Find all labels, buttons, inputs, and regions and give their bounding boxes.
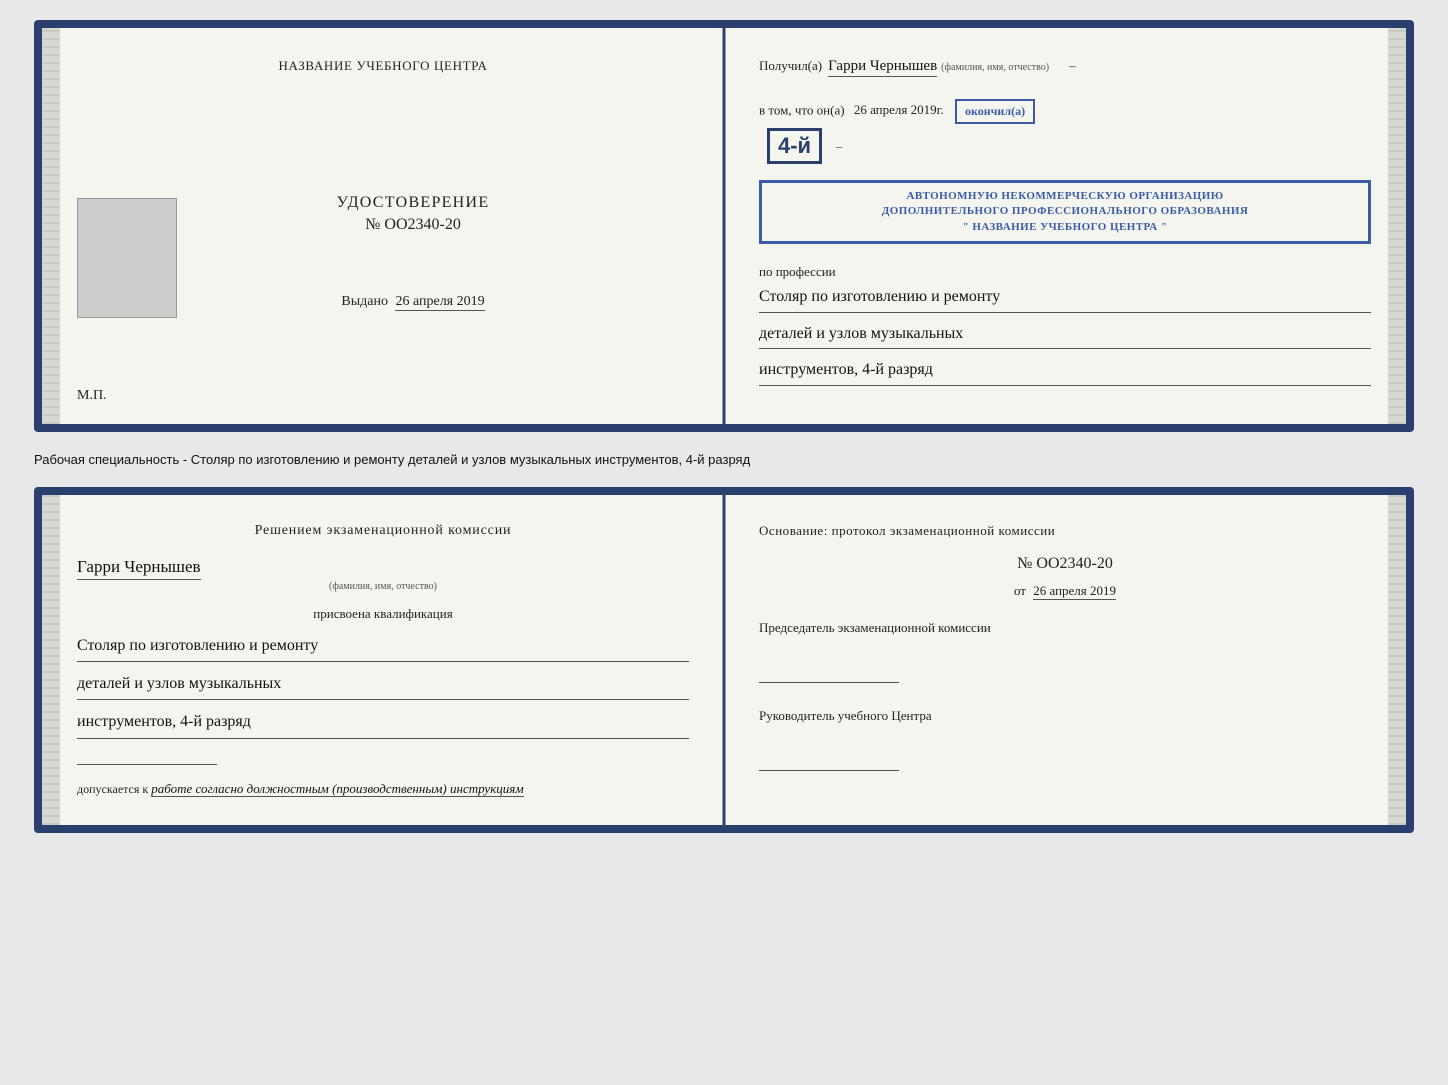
stamp-line2: ДОПОЛНИТЕЛЬНОГО ПРОФЕССИОНАЛЬНОГО ОБРАЗО… xyxy=(772,204,1358,219)
bottom-name-sub: (фамилия, имя, отчество) xyxy=(77,581,689,592)
top-doc-right: Получил(а) Гарри Чернышев (фамилия, имя,… xyxy=(724,28,1406,424)
top-document: НАЗВАНИЕ УЧЕБНОГО ЦЕНТРА УДОСТОВЕРЕНИЕ №… xyxy=(34,20,1414,432)
bottom-number: № OO2340-20 xyxy=(759,555,1371,573)
vydano-date: 26 апреля 2019 xyxy=(395,294,484,311)
bottom-title: Решением экзаменационной комиссии xyxy=(77,523,689,539)
head-block: Руководитель учебного Центра xyxy=(759,707,1371,771)
bottom-document: Решением экзаменационной комиссии Гарри … xyxy=(34,487,1414,833)
dopuskaetsya-label: допускается к xyxy=(77,782,148,796)
vtom-label: в том, что он(а) xyxy=(759,102,845,117)
po-professii-label: по профессии xyxy=(759,264,1371,280)
year-badge-row: 4-й – xyxy=(759,128,1371,164)
head-signature-line xyxy=(759,753,899,771)
profession-line3: инструментов, 4-й разряд xyxy=(759,357,1371,386)
bottom-date-val: 26 апреля 2019 xyxy=(1033,583,1116,600)
caption-line: Рабочая специальность - Столяр по изгото… xyxy=(34,448,1414,471)
dopuskaetsya-value: работе согласно должностным (производств… xyxy=(151,781,523,797)
poluchil-label: Получил(а) xyxy=(759,58,822,74)
stamp-box: АВТОНОМНУЮ НЕКОММЕРЧЕСКУЮ ОРГАНИЗАЦИЮ ДО… xyxy=(759,180,1371,244)
mp-label: М.П. xyxy=(77,388,107,404)
udostoverenie-title: УДОСТОВЕРЕНИЕ xyxy=(337,194,490,212)
bottom-doc-left: Решением экзаменационной комиссии Гарри … xyxy=(42,495,724,825)
vydano-block: Выдано 26 апреля 2019 xyxy=(341,294,484,310)
profession-line1: Столяр по изготовлению и ремонту xyxy=(759,284,1371,313)
udostoverenie-block: УДОСТОВЕРЕНИЕ № OO2340-20 xyxy=(337,194,490,234)
dopuskaetsya-block: допускается к работе согласно должностны… xyxy=(77,781,689,797)
recipient-name: Гарри Чернышев xyxy=(828,58,937,77)
bottom-doc-right: Основание: протокол экзаменационной коми… xyxy=(724,495,1406,825)
signature-line-left xyxy=(77,747,217,765)
profession-line2: деталей и узлов музыкальных xyxy=(759,321,1371,350)
prisvoena-label: присвоена квалификация xyxy=(77,606,689,622)
bottom-qual-line1: Столяр по изготовлению и ремонту xyxy=(77,632,689,662)
okonchil-badge: окончил(а) xyxy=(955,99,1035,124)
photo-placeholder xyxy=(77,198,177,318)
top-doc-left: НАЗВАНИЕ УЧЕБНОГО ЦЕНТРА УДОСТОВЕРЕНИЕ №… xyxy=(42,28,724,424)
vtom-line: в том, что он(а) 26 апреля 2019г. окончи… xyxy=(759,99,1371,124)
udostoverenie-number: № OO2340-20 xyxy=(337,216,490,234)
bottom-name-block: Гарри Чернышев (фамилия, имя, отчество) xyxy=(77,557,689,592)
chairman-signature-line xyxy=(759,665,899,683)
osnov-label: Основание: протокол экзаменационной коми… xyxy=(759,523,1371,539)
stamp-line3: " НАЗВАНИЕ УЧЕБНОГО ЦЕНТРА " xyxy=(772,220,1358,235)
bottom-qual-line3: инструментов, 4-й разряд xyxy=(77,708,689,738)
chairman-label: Председатель экзаменационной комиссии xyxy=(759,620,991,635)
bottom-recipient-name: Гарри Чернышев xyxy=(77,557,201,580)
ot-label: от xyxy=(1014,583,1026,598)
chairman-block: Председатель экзаменационной комиссии xyxy=(759,619,1371,683)
stamp-line1: АВТОНОМНУЮ НЕКОММЕРЧЕСКУЮ ОРГАНИЗАЦИЮ xyxy=(772,189,1358,204)
caption-text: Рабочая специальность - Столяр по изгото… xyxy=(34,452,750,467)
bottom-qual-line2: деталей и узлов музыкальных xyxy=(77,670,689,700)
year-badge: 4-й xyxy=(767,128,822,164)
poluchil-line: Получил(а) Гарри Чернышев (фамилия, имя,… xyxy=(759,58,1371,77)
bottom-date: от 26 апреля 2019 xyxy=(759,583,1371,599)
head-label: Руководитель учебного Центра xyxy=(759,708,932,723)
name-sub-label: (фамилия, имя, отчество) xyxy=(941,62,1049,73)
date-handwritten: 26 апреля 2019г. xyxy=(854,102,944,117)
vydano-label: Выдано xyxy=(341,294,388,309)
top-left-center-title: НАЗВАНИЕ УЧЕБНОГО ЦЕНТРА xyxy=(77,58,689,74)
